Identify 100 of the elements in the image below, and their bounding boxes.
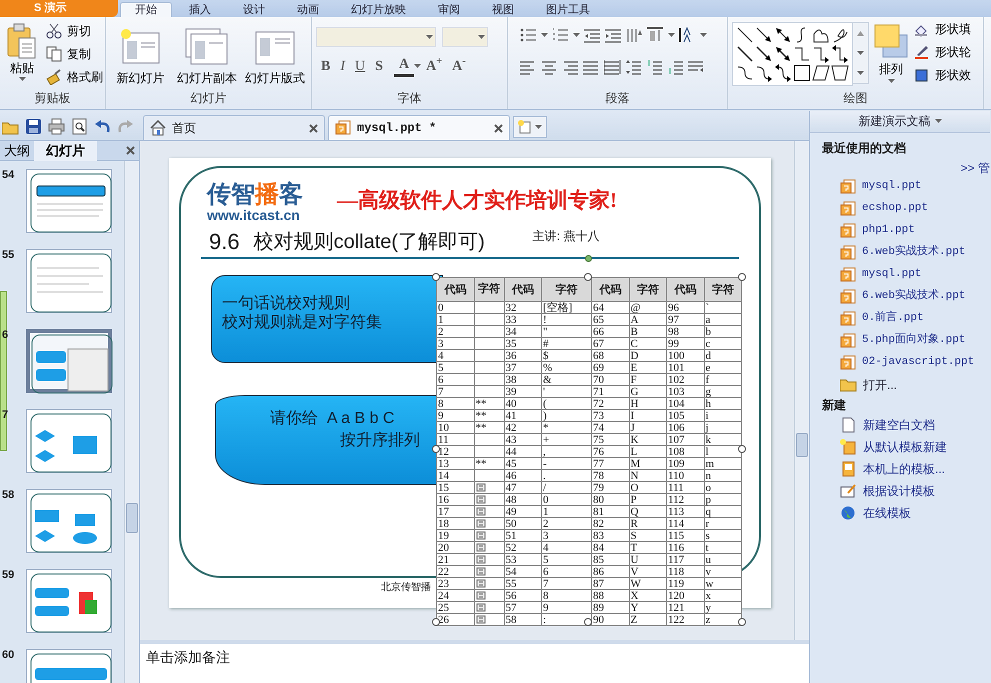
caret-icon[interactable] xyxy=(857,50,864,56)
caret-icon[interactable] xyxy=(18,77,26,82)
gallery-scroll-buttons[interactable] xyxy=(853,22,869,84)
save-icon[interactable] xyxy=(25,118,42,134)
line-shape-icon[interactable] xyxy=(736,45,754,63)
caret-icon[interactable] xyxy=(888,79,894,84)
notes-placeholder[interactable]: 单击添加备注 xyxy=(146,649,230,665)
text-style-button[interactable]: B xyxy=(316,58,336,76)
recent-file-link[interactable]: 02-javascript.ppt xyxy=(810,352,990,374)
font-size-field[interactable] xyxy=(442,27,488,47)
caret-icon[interactable] xyxy=(668,32,675,38)
slide-command-button[interactable]: 新幻灯片 xyxy=(110,19,171,86)
arrange-button[interactable]: 排列 xyxy=(873,19,909,84)
ribbon-tab[interactable]: 设计 xyxy=(228,2,280,17)
copy-button[interactable]: 复制 xyxy=(44,44,105,64)
scrollbar-thumb[interactable] xyxy=(796,433,808,457)
recent-file-link[interactable]: php1.ppt xyxy=(810,220,990,242)
caret-icon[interactable] xyxy=(426,34,433,40)
cut-button[interactable]: 剪切 xyxy=(44,21,105,41)
slide-command-button[interactable]: 幻灯片版式 xyxy=(243,19,307,86)
resize-handle[interactable] xyxy=(584,273,592,281)
resize-handle[interactable] xyxy=(738,618,746,626)
document-tab[interactable]: 首页 xyxy=(143,115,325,140)
resize-handle[interactable] xyxy=(432,273,440,281)
new-document-link[interactable]: 本机上的模板... xyxy=(810,458,990,480)
elbow-connector-shape-icon[interactable] xyxy=(793,45,811,63)
document-tab[interactable]: mysql.ppt * xyxy=(328,115,510,140)
align-center-icon[interactable] xyxy=(541,59,558,75)
scribble-shape-icon[interactable] xyxy=(831,26,849,44)
caret-icon[interactable] xyxy=(535,124,542,130)
recent-file-link[interactable]: 5.php面向对象.ppt xyxy=(810,330,990,352)
curved-arrow-connector-shape-icon[interactable] xyxy=(755,64,773,82)
ribbon-tab[interactable]: 幻灯片放映 xyxy=(336,2,421,17)
recent-file-link[interactable]: ecshop.ppt xyxy=(810,198,990,220)
arrow-shape-icon[interactable] xyxy=(755,45,773,63)
undo-icon[interactable] xyxy=(94,118,111,134)
manage-link[interactable]: >> 管 xyxy=(960,155,990,176)
format-painter-button[interactable]: 格式刷 xyxy=(44,67,105,87)
close-icon[interactable] xyxy=(494,124,503,132)
double-arrow-shape-icon[interactable] xyxy=(774,45,792,63)
shape-format-button[interactable]: 形状轮 xyxy=(913,42,975,63)
new-tab-button[interactable] xyxy=(513,116,547,138)
column-spacing-icon[interactable] xyxy=(626,27,643,43)
task-pane-header[interactable]: 新建演示文稿 xyxy=(810,111,990,133)
scrollbar-thumb[interactable] xyxy=(126,503,138,533)
recent-file-link[interactable]: 0.前言.ppt xyxy=(810,308,990,330)
line-spacing-icon[interactable] xyxy=(625,59,642,75)
slide-command-button[interactable]: 幻灯片副本 xyxy=(175,19,239,86)
resize-handle[interactable] xyxy=(432,618,440,626)
paste-button[interactable]: 粘贴 xyxy=(4,19,40,82)
font-color-button[interactable]: A xyxy=(394,57,414,77)
close-icon[interactable] xyxy=(309,124,318,132)
text-wrap-icon[interactable] xyxy=(688,59,705,75)
new-document-link[interactable]: 在线模板 xyxy=(810,502,990,524)
arrow-shape-icon[interactable] xyxy=(755,26,773,44)
vertical-align-icon[interactable] xyxy=(647,27,664,43)
font-size-button[interactable]: A$^{-}$ xyxy=(447,58,471,76)
caret-icon[interactable] xyxy=(857,70,864,76)
parallelogram-shape-icon[interactable] xyxy=(812,64,830,82)
elbow-double-arrow-connector-shape-icon[interactable] xyxy=(831,45,849,63)
caret-icon[interactable] xyxy=(700,32,707,38)
caret-icon[interactable] xyxy=(414,64,422,70)
panel-tab[interactable]: 大纲 xyxy=(0,140,34,160)
align-left-icon[interactable] xyxy=(520,59,537,75)
new-document-link[interactable]: 从默认模板新建 xyxy=(810,436,990,458)
numbered-list-icon[interactable] xyxy=(552,27,569,43)
new-document-link[interactable]: 新建空白文档 xyxy=(810,414,990,436)
font-size-button[interactable]: A$^{+}$ xyxy=(421,58,448,76)
text-style-button[interactable]: U xyxy=(350,58,370,76)
ribbon-tab[interactable]: 插入 xyxy=(174,2,226,17)
text-style-button[interactable]: I xyxy=(335,58,350,76)
new-document-link[interactable]: 根据设计模板 xyxy=(810,480,990,502)
printer-icon[interactable] xyxy=(48,118,65,134)
caret-icon[interactable] xyxy=(478,34,485,40)
spacing-after-icon[interactable] xyxy=(667,59,684,75)
line-shape-icon[interactable] xyxy=(736,26,754,44)
align-right-icon[interactable] xyxy=(562,59,579,75)
ribbon-tab[interactable]: 审阅 xyxy=(423,2,475,17)
rectangle-shape-icon[interactable] xyxy=(793,64,811,82)
font-name-field[interactable] xyxy=(316,27,436,47)
text-style-button[interactable]: S xyxy=(370,58,388,76)
close-icon[interactable] xyxy=(126,146,135,155)
recent-file-link[interactable]: mysql.ppt xyxy=(810,176,990,198)
trapezoid-shape-icon[interactable] xyxy=(831,64,849,82)
resize-handle[interactable] xyxy=(738,273,746,281)
curved-double-arrow-connector-shape-icon[interactable] xyxy=(774,64,792,82)
distributed-icon[interactable] xyxy=(604,59,621,75)
recent-file-link[interactable]: 6.web实战技术.ppt xyxy=(810,242,990,264)
ribbon-tab[interactable]: 图片工具 xyxy=(531,2,605,17)
recent-file-link[interactable]: mysql.ppt xyxy=(810,264,990,286)
double-arrow-shape-icon[interactable] xyxy=(774,26,792,44)
elbow-arrow-connector-shape-icon[interactable] xyxy=(812,45,830,63)
print-preview-icon[interactable] xyxy=(71,118,88,134)
ribbon-tab[interactable]: 动画 xyxy=(282,2,334,17)
caret-icon[interactable] xyxy=(541,32,548,38)
recent-file-link[interactable]: 6.web实战技术.ppt xyxy=(810,286,990,308)
curved-connector-shape-icon[interactable] xyxy=(736,64,754,82)
caret-icon[interactable] xyxy=(573,32,580,38)
caret-icon[interactable] xyxy=(934,119,942,124)
resize-handle[interactable] xyxy=(738,445,746,453)
